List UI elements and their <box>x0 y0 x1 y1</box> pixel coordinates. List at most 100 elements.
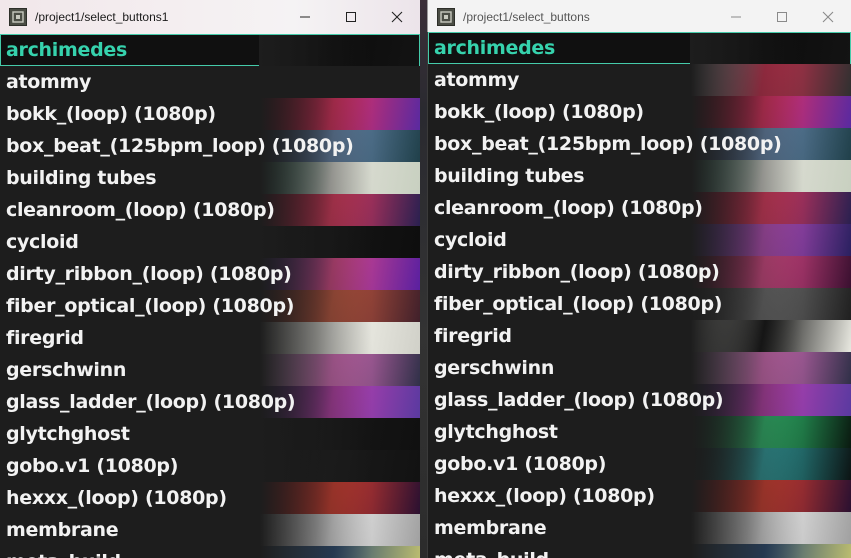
minimize-icon <box>731 16 741 18</box>
list-item-label: cycloid <box>6 231 79 253</box>
preview-thumbnail <box>260 194 420 226</box>
list-item[interactable]: membrane <box>428 512 851 544</box>
preview-thumbnail <box>691 64 851 96</box>
desktop-gap <box>420 0 427 558</box>
minimize-button[interactable] <box>713 0 759 34</box>
list-item[interactable]: box_beat_(125bpm_loop) (1080p) <box>428 128 851 160</box>
list-item[interactable]: glytchghost <box>428 416 851 448</box>
maximize-button[interactable] <box>759 0 805 34</box>
list-item-label: meta_build <box>434 544 549 558</box>
minimize-button[interactable] <box>282 0 328 34</box>
list-item-label: firegrid <box>6 327 84 349</box>
preview-thumbnail <box>260 514 420 546</box>
list-item[interactable]: gobo.v1 (1080p) <box>428 448 851 480</box>
list-item-label: fiber_optical_(loop) (1080p) <box>6 295 295 317</box>
preview-thumbnail <box>260 66 420 98</box>
preview-thumbnail <box>691 160 851 192</box>
list-item-label: gobo.v1 (1080p) <box>6 455 179 477</box>
list-item-label: box_beat_(125bpm_loop) (1080p) <box>434 133 782 155</box>
list-item-label: cycloid <box>434 229 507 251</box>
list-item[interactable]: cleanroom_(loop) (1080p) <box>0 194 420 226</box>
list-item[interactable]: membrane <box>0 514 420 546</box>
list-item[interactable]: dirty_ribbon_(loop) (1080p) <box>428 256 851 288</box>
list-item[interactable]: bokk_(loop) (1080p) <box>0 98 420 130</box>
maximize-icon <box>777 12 787 22</box>
list-item[interactable]: box_beat_(125bpm_loop) (1080p) <box>0 130 420 162</box>
list-item[interactable]: firegrid <box>0 322 420 354</box>
close-button[interactable] <box>805 0 851 34</box>
preview-thumbnail <box>690 33 850 65</box>
list-item[interactable]: fiber_optical_(loop) (1080p) <box>428 288 851 320</box>
list-item[interactable]: glytchghost <box>0 418 420 450</box>
list-item[interactable]: building tubes <box>428 160 851 192</box>
list-item[interactable]: firegrid <box>428 320 851 352</box>
list-item-label: gerschwinn <box>434 357 555 379</box>
list-item[interactable]: gerschwinn <box>0 354 420 386</box>
select-buttons-window: /project1/select_buttons archimedes atomm… <box>427 0 851 558</box>
list-item-label: bokk_(loop) (1080p) <box>434 101 644 123</box>
close-button[interactable] <box>374 0 420 34</box>
list-item-label: membrane <box>434 517 547 539</box>
preview-thumbnail <box>691 320 851 352</box>
list-item[interactable]: cycloid <box>428 224 851 256</box>
list-item-label: hexxx_(loop) (1080p) <box>434 485 655 507</box>
preview-thumbnail <box>691 192 851 224</box>
list-item-label: glass_ladder_(loop) (1080p) <box>6 391 296 413</box>
preview-thumbnail <box>260 354 420 386</box>
list-item-label: building tubes <box>6 167 157 189</box>
list-item-label: building tubes <box>434 165 585 187</box>
title-bar[interactable]: /project1/select_buttons <box>427 0 851 34</box>
list-item-label: cleanroom_(loop) (1080p) <box>6 199 275 221</box>
list-item[interactable]: archimedes <box>428 32 851 65</box>
list-item-label: atommy <box>6 71 92 93</box>
title-bar[interactable]: /project1/select_buttons1 <box>0 0 420 34</box>
list-item[interactable]: dirty_ribbon_(loop) (1080p) <box>0 258 420 290</box>
list-item-label: gerschwinn <box>6 359 127 381</box>
list-item-label: box_beat_(125bpm_loop) (1080p) <box>6 135 354 157</box>
window-title: /project1/select_buttons <box>463 10 590 24</box>
preview-thumbnail <box>691 480 851 512</box>
maximize-button[interactable] <box>328 0 374 34</box>
list-item-label: dirty_ribbon_(loop) (1080p) <box>434 261 720 283</box>
list-item[interactable]: atommy <box>428 64 851 96</box>
list-item[interactable]: hexxx_(loop) (1080p) <box>428 480 851 512</box>
list-item[interactable]: hexxx_(loop) (1080p) <box>0 482 420 514</box>
preview-thumbnail <box>260 450 420 482</box>
list-item-label: membrane <box>6 519 119 541</box>
list-item[interactable]: glass_ladder_(loop) (1080p) <box>428 384 851 416</box>
list-item-label: bokk_(loop) (1080p) <box>6 103 216 125</box>
preview-thumbnail <box>691 416 851 448</box>
list-item[interactable]: cycloid <box>0 226 420 258</box>
list-item-label: cleanroom_(loop) (1080p) <box>434 197 703 219</box>
preview-thumbnail <box>691 448 851 480</box>
list-item[interactable]: bokk_(loop) (1080p) <box>428 96 851 128</box>
list-item[interactable]: archimedes <box>0 34 420 67</box>
list-item-label: gobo.v1 (1080p) <box>434 453 607 475</box>
close-icon <box>391 11 403 23</box>
list-item[interactable]: building tubes <box>0 162 420 194</box>
preview-thumbnail <box>691 512 851 544</box>
list-item[interactable]: cleanroom_(loop) (1080p) <box>428 192 851 224</box>
list-item[interactable]: meta_build <box>0 546 420 558</box>
list-item[interactable]: atommy <box>0 66 420 98</box>
list-item[interactable]: gobo.v1 (1080p) <box>0 450 420 482</box>
preview-thumbnail <box>691 224 851 256</box>
preview-thumbnail <box>260 546 420 558</box>
close-icon <box>822 11 834 23</box>
list-item-label: glytchghost <box>434 421 558 443</box>
list-item[interactable]: gerschwinn <box>428 352 851 384</box>
list-item[interactable]: fiber_optical_(loop) (1080p) <box>0 290 420 322</box>
touchdesigner-app-icon <box>437 8 455 26</box>
preview-thumbnail <box>260 162 420 194</box>
list-item-label: atommy <box>434 69 520 91</box>
preview-thumbnail <box>260 322 420 354</box>
preview-thumbnail <box>260 226 420 258</box>
list-item[interactable]: meta_build <box>428 544 851 558</box>
preview-thumbnail <box>691 352 851 384</box>
select-buttons1-window: /project1/select_buttons1 archimedes atom… <box>0 0 420 558</box>
list-item-label: glass_ladder_(loop) (1080p) <box>434 389 724 411</box>
list-item-label: dirty_ribbon_(loop) (1080p) <box>6 263 292 285</box>
maximize-icon <box>346 12 356 22</box>
preview-thumbnail <box>260 482 420 514</box>
list-item[interactable]: glass_ladder_(loop) (1080p) <box>0 386 420 418</box>
